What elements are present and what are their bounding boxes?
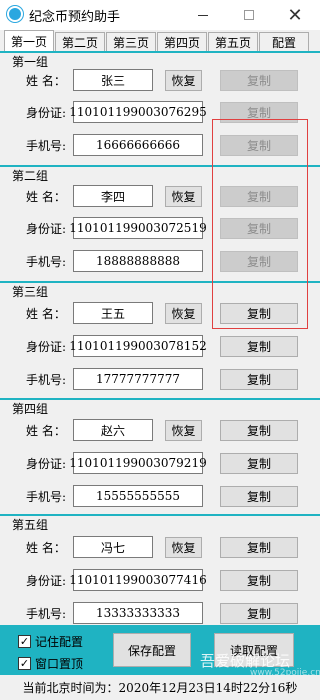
restore-button[interactable]: 恢复 [165, 537, 202, 558]
group-title: 第一组 [12, 53, 51, 70]
id-field[interactable]: 110101199003076295 [69, 101, 207, 123]
copy-phone-button[interactable]: 复制 [220, 603, 298, 624]
group-4: 第四组 姓 名： 赵六 恢复 复制 身份证: 11010119900307921… [0, 400, 320, 515]
name-label: 姓 名： [26, 190, 66, 204]
save-config-button[interactable]: 保存配置 [113, 633, 191, 667]
checkmark-icon: ✓ [18, 657, 31, 670]
phone-label: 手机号: [26, 490, 67, 504]
copy-phone-button[interactable]: 复制 [220, 486, 298, 507]
id-label: 身份证: [26, 222, 67, 236]
minimize-button[interactable] [180, 0, 226, 30]
tab-page-2[interactable]: 第二页 [55, 32, 105, 52]
remember-config-checkbox[interactable]: ✓ 记住配置 [18, 633, 83, 650]
phone-field[interactable]: 17777777777 [73, 368, 203, 390]
checkmark-icon: ✓ [18, 635, 31, 648]
tab-page-5[interactable]: 第五页 [208, 32, 258, 52]
name-field[interactable]: 冯七 [73, 536, 153, 558]
copy-name-button[interactable]: 复制 [220, 420, 298, 441]
name-field[interactable]: 张三 [73, 69, 153, 91]
id-field[interactable]: 110101199003072519 [69, 217, 207, 239]
id-field[interactable]: 110101199003079219 [69, 452, 207, 474]
tab-page-4[interactable]: 第四页 [157, 32, 207, 52]
name-label: 姓 名： [26, 424, 66, 438]
phone-field[interactable]: 15555555555 [73, 485, 203, 507]
id-label: 身份证: [26, 106, 67, 120]
phone-field[interactable]: 16666666666 [73, 134, 203, 156]
window-title: 纪念币预约助手 [29, 10, 121, 25]
id-field[interactable]: 110101199003078152 [69, 335, 207, 357]
id-field[interactable]: 110101199003077416 [69, 569, 207, 591]
phone-field[interactable]: 13333333333 [73, 602, 203, 624]
copy-id-button[interactable]: 复制 [220, 453, 298, 474]
group-5: 第五组 姓 名： 冯七 恢复 复制 身份证: 11010119900307741… [0, 516, 320, 626]
name-field[interactable]: 王五 [73, 302, 153, 324]
restore-button[interactable]: 恢复 [165, 420, 202, 441]
close-icon: ✕ [287, 4, 303, 26]
copy-name-button[interactable]: 复制 [220, 537, 298, 558]
title-bar: 纪念币预约助手 ✕ [0, 0, 320, 30]
name-label: 姓 名： [26, 541, 66, 555]
tab-page-1[interactable]: 第一页 [4, 30, 54, 52]
phone-field[interactable]: 18888888888 [73, 250, 203, 272]
tab-bar: 第一页 第二页 第三页 第四页 第五页 配置 [0, 30, 320, 52]
maximize-icon [244, 10, 254, 20]
app-icon [7, 6, 23, 22]
copy-name-button[interactable]: 复制 [220, 70, 298, 91]
remember-config-label: 记住配置 [35, 635, 84, 649]
current-time-text: 当前北京时间为：2020年12月23日14时22分16秒 [22, 681, 298, 695]
minimize-icon [198, 14, 208, 16]
copy-id-button[interactable]: 复制 [220, 570, 298, 591]
id-label: 身份证: [26, 340, 67, 354]
phone-label: 手机号: [26, 139, 67, 153]
id-label: 身份证: [26, 457, 67, 471]
name-label: 姓 名： [26, 74, 66, 88]
group-title: 第三组 [12, 283, 51, 300]
name-label: 姓 名： [26, 307, 66, 321]
close-button[interactable]: ✕ [272, 0, 318, 30]
id-label: 身份证: [26, 574, 67, 588]
maximize-button[interactable] [226, 0, 272, 30]
main-panel: 第一组 姓 名： 张三 恢复 复制 身份证: 11010119900307629… [0, 53, 320, 625]
window-top-checkbox[interactable]: ✓ 窗口置顶 [18, 655, 83, 672]
restore-button[interactable]: 恢复 [165, 70, 202, 91]
restore-button[interactable]: 恢复 [165, 303, 202, 324]
window-top-label: 窗口置顶 [35, 657, 84, 671]
tab-page-3[interactable]: 第三页 [106, 32, 156, 52]
phone-label: 手机号: [26, 373, 67, 387]
group-title: 第五组 [12, 516, 51, 533]
copy-id-button[interactable]: 复制 [220, 336, 298, 357]
highlight-annotation [212, 119, 308, 329]
phone-label: 手机号: [26, 607, 67, 621]
name-field[interactable]: 李四 [73, 185, 153, 207]
name-field[interactable]: 赵六 [73, 419, 153, 441]
phone-label: 手机号: [26, 255, 67, 269]
copy-phone-button[interactable]: 复制 [220, 369, 298, 390]
status-bar: 当前北京时间为：2020年12月23日14时22分16秒 [0, 675, 320, 700]
group-title: 第四组 [12, 400, 51, 417]
restore-button[interactable]: 恢复 [165, 186, 202, 207]
tab-config[interactable]: 配置 [259, 32, 309, 52]
group-title: 第二组 [12, 167, 51, 184]
